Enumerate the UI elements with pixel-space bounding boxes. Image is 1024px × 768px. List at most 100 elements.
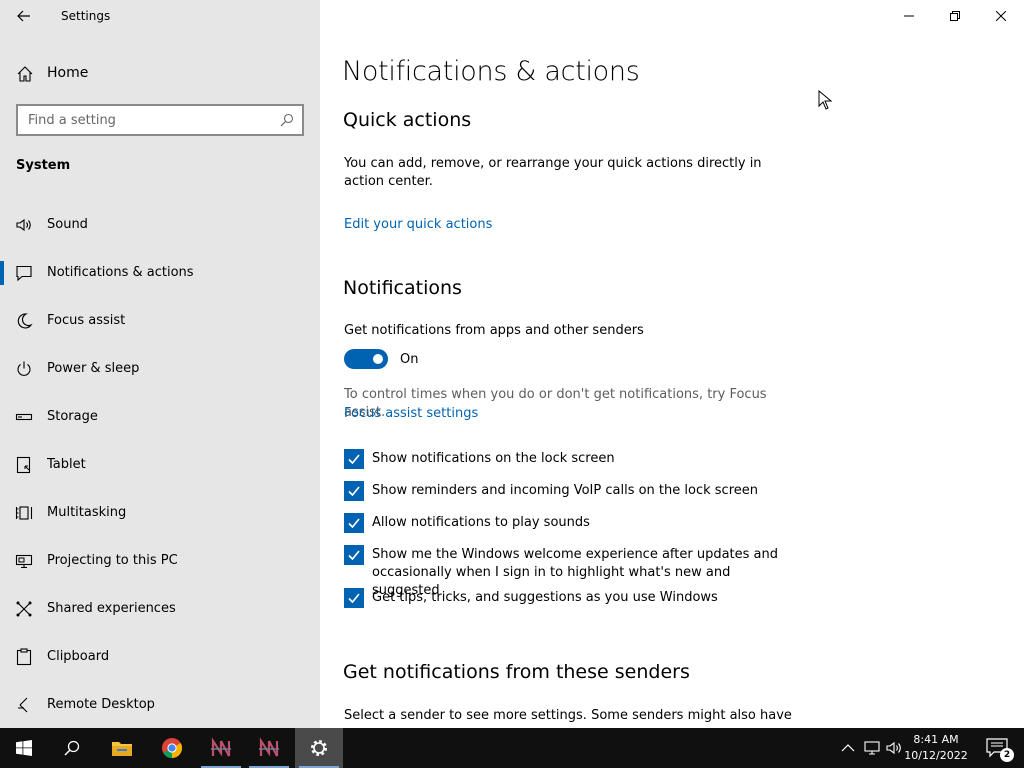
checkmark-icon: [348, 454, 360, 465]
chrome-icon: [162, 738, 183, 759]
back-button[interactable]: [8, 0, 40, 32]
minimize-icon: [904, 15, 914, 17]
home-link[interactable]: Home: [0, 56, 320, 92]
sidebar-item-sound[interactable]: Sound: [0, 201, 320, 249]
search-box[interactable]: [16, 104, 304, 136]
start-icon: [16, 740, 32, 756]
active-indicator: [0, 261, 4, 285]
home-icon: [17, 66, 33, 82]
notifications-toggle-title: Get notifications from apps and other se…: [344, 323, 644, 338]
sidebar-item-remote-desktop[interactable]: Remote Desktop: [0, 681, 320, 729]
titlebar-left: Settings: [0, 0, 320, 32]
system-tray: 8:41 AM 10/12/2022 2: [824, 728, 1024, 768]
taskbar-file-explorer[interactable]: [98, 728, 146, 768]
close-button[interactable]: [978, 0, 1024, 32]
sidebar: Settings Home System Sound Notificati: [0, 0, 320, 728]
page-title: Notifications & actions: [342, 56, 640, 87]
sidebar-item-multitasking[interactable]: Multitasking: [0, 489, 320, 537]
senders-description: Select a sender to see more settings. So…: [344, 708, 792, 723]
checkmark-icon: [348, 550, 360, 561]
sidebar-item-label: Power & sleep: [47, 361, 140, 376]
back-arrow-icon: [17, 10, 30, 22]
search-input[interactable]: [18, 106, 268, 134]
clock-date: 10/12/2022: [904, 749, 968, 762]
clock-time: 8:41 AM: [913, 733, 959, 746]
sidebar-item-label: Storage: [47, 409, 98, 424]
app-icon-1: [211, 737, 231, 757]
taskbar-app-1[interactable]: [197, 728, 245, 768]
sidebar-item-tablet[interactable]: Tablet: [0, 441, 320, 489]
settings-icon: [311, 740, 327, 756]
tablet-icon: [16, 456, 31, 474]
checkbox[interactable]: [344, 588, 364, 608]
sidebar-item-focus-assist[interactable]: Focus assist: [0, 297, 320, 345]
clock[interactable]: 8:41 AM 10/12/2022: [904, 732, 968, 764]
search-icon: [64, 740, 80, 756]
sidebar-item-storage[interactable]: Storage: [0, 393, 320, 441]
section-heading: System: [16, 158, 71, 173]
sidebar-item-power-sleep[interactable]: Power & sleep: [0, 345, 320, 393]
checkbox[interactable]: [344, 513, 364, 533]
sidebar-item-shared-experiences[interactable]: Shared experiences: [0, 585, 320, 633]
checkbox-label: Show reminders and incoming VoIP calls o…: [372, 483, 758, 498]
restore-icon: [950, 11, 960, 21]
notifications-heading: Notifications: [343, 277, 462, 299]
taskbar-chrome[interactable]: [148, 728, 196, 768]
checkbox[interactable]: [344, 545, 364, 565]
moon-icon: [17, 313, 33, 329]
checkmark-icon: [348, 486, 360, 497]
app-title: Settings: [61, 9, 111, 23]
clipboard-icon: [16, 648, 32, 666]
checkbox-label: Show notifications on the lock screen: [372, 451, 615, 466]
checkbox[interactable]: [344, 481, 364, 501]
main-content: Notifications & actions Quick actions Yo…: [320, 0, 1024, 728]
projecting-icon: [15, 554, 33, 569]
checkmark-icon: [348, 518, 360, 529]
checkbox-label: Get tips, tricks, and suggestions as you…: [372, 590, 718, 605]
app-icon-2: [259, 737, 279, 757]
checkbox[interactable]: [344, 449, 364, 469]
notification-count-badge: 2: [1000, 748, 1014, 762]
minimize-button[interactable]: [886, 0, 932, 32]
quick-actions-heading: Quick actions: [343, 109, 472, 131]
restore-button[interactable]: [932, 0, 978, 32]
sidebar-item-clipboard[interactable]: Clipboard: [0, 633, 320, 681]
taskbar-app-2[interactable]: [245, 728, 293, 768]
network-icon[interactable]: [864, 740, 880, 756]
speaker-icon: [16, 218, 31, 232]
sidebar-item-label: Focus assist: [47, 313, 126, 328]
start-button[interactable]: [0, 728, 48, 768]
volume-icon[interactable]: [886, 740, 902, 756]
power-icon: [17, 361, 31, 376]
sidebar-item-label: Notifications & actions: [47, 265, 194, 280]
taskbar-settings[interactable]: [295, 728, 343, 768]
toggle-state-label: On: [400, 352, 419, 367]
focus-assist-settings-link[interactable]: Focus assist settings: [344, 406, 478, 421]
sidebar-item-notifications[interactable]: Notifications & actions: [0, 249, 320, 297]
taskbar-search-button[interactable]: [48, 728, 96, 768]
close-icon: [996, 11, 1006, 21]
toggle-knob: [373, 354, 383, 364]
file-explorer-icon: [112, 742, 132, 756]
sidebar-nav: Sound Notifications & actions Focus assi…: [0, 201, 320, 729]
checkbox-label: Allow notifications to play sounds: [372, 515, 590, 530]
sidebar-item-label: Multitasking: [47, 505, 127, 520]
window-controls: [886, 0, 1024, 32]
multitasking-icon: [15, 506, 33, 520]
notifications-toggle[interactable]: [344, 349, 388, 369]
taskbar: 8:41 AM 10/12/2022 2: [0, 728, 1024, 768]
shared-experiences-icon: [16, 601, 32, 617]
notification-icon: [16, 265, 32, 282]
chevron-up-icon[interactable]: [840, 740, 856, 756]
checkmark-icon: [348, 593, 360, 604]
sidebar-item-label: Shared experiences: [47, 601, 176, 616]
sidebar-item-label: Remote Desktop: [47, 697, 155, 712]
mouse-cursor-icon: [818, 90, 832, 110]
edit-quick-actions-link[interactable]: Edit your quick actions: [344, 217, 492, 232]
search-icon[interactable]: [280, 113, 294, 127]
quick-actions-description: You can add, remove, or rearrange your q…: [344, 156, 762, 189]
senders-heading: Get notifications from these senders: [343, 661, 690, 683]
sidebar-item-projecting[interactable]: Projecting to this PC: [0, 537, 320, 585]
sidebar-item-label: Sound: [47, 217, 88, 232]
storage-icon: [15, 413, 33, 421]
